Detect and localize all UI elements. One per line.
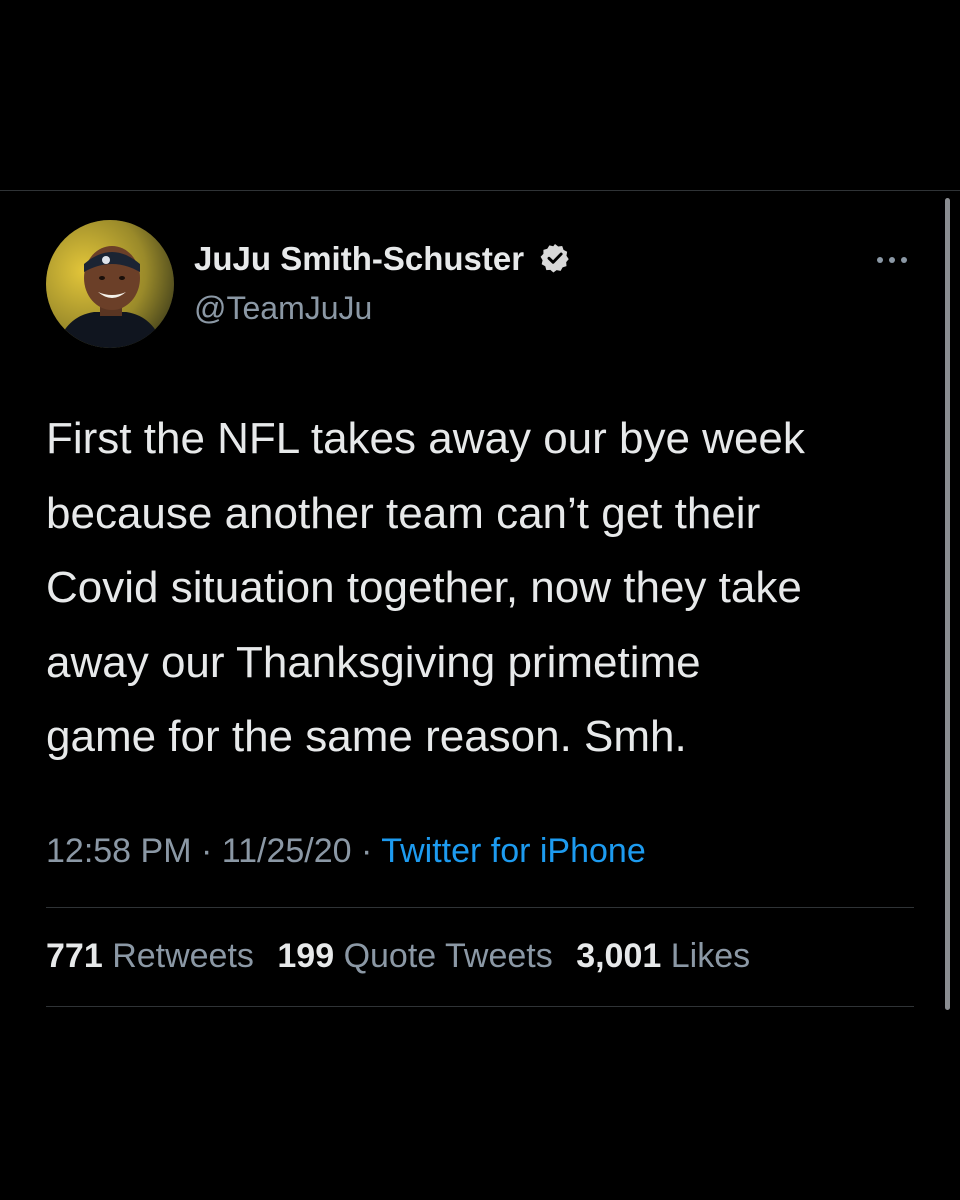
likes-count: 3,001 bbox=[576, 937, 662, 975]
more-options-icon[interactable] bbox=[872, 248, 912, 272]
tweet-text: First the NFL takes away our bye week be… bbox=[46, 414, 805, 761]
tweet-meta: 12:58 PM · 11/25/20 · Twitter for iPhone bbox=[46, 832, 646, 871]
meta-separator: · bbox=[191, 832, 222, 870]
quote-tweets-count: 199 bbox=[277, 937, 335, 975]
tweet-time: 12:58 PM bbox=[46, 832, 192, 870]
tweet-stats: 771 Retweets 199 Quote Tweets 3,001 Like… bbox=[46, 937, 764, 976]
tweet-date: 11/25/20 bbox=[221, 832, 352, 870]
quote-tweets-stat[interactable]: 199 Quote Tweets bbox=[277, 937, 552, 976]
likes-label: Likes bbox=[670, 937, 751, 975]
author-handle[interactable]: @TeamJuJu bbox=[194, 290, 372, 327]
author-name[interactable]: JuJu Smith-Schuster bbox=[194, 240, 571, 278]
retweets-count: 771 bbox=[46, 937, 103, 975]
retweets-stat[interactable]: 771 Retweets bbox=[46, 937, 254, 976]
meta-divider bbox=[46, 907, 914, 908]
quote-tweets-label: Quote Tweets bbox=[343, 937, 553, 975]
tweet-source-link[interactable]: Twitter for iPhone bbox=[381, 832, 646, 870]
top-divider bbox=[0, 190, 960, 191]
avatar[interactable] bbox=[46, 220, 174, 348]
scrollbar[interactable] bbox=[945, 198, 950, 1010]
author-name-text: JuJu Smith-Schuster bbox=[194, 240, 525, 277]
stats-divider bbox=[46, 1006, 914, 1007]
likes-stat[interactable]: 3,001 Likes bbox=[576, 937, 750, 976]
meta-separator: · bbox=[351, 832, 382, 870]
verified-badge-icon bbox=[540, 244, 569, 273]
retweets-label: Retweets bbox=[112, 937, 254, 975]
profile-photo-icon bbox=[46, 220, 174, 348]
